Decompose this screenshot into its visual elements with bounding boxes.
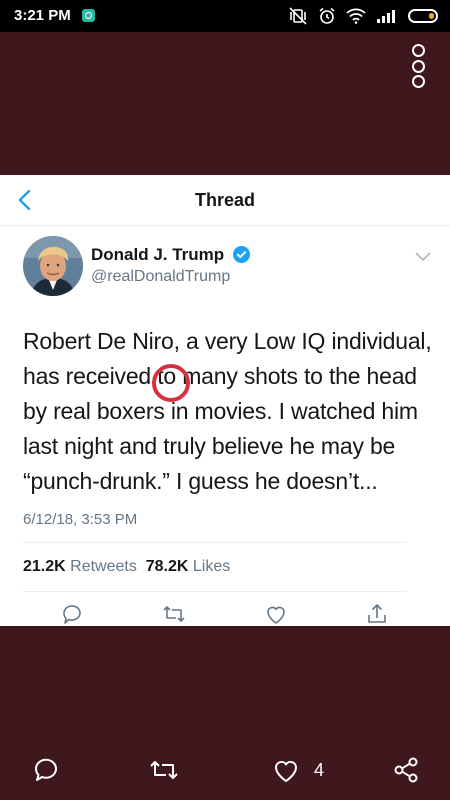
like-label[interactable]: Likes bbox=[193, 558, 230, 575]
like-count[interactable]: 78.2K bbox=[146, 558, 189, 575]
status-bar: 3:21 PM bbox=[0, 0, 450, 32]
divider bbox=[23, 542, 407, 543]
thread-header: Thread bbox=[0, 175, 450, 226]
page-title: Thread bbox=[194, 190, 255, 210]
alarm-icon bbox=[319, 7, 335, 24]
comment-icon[interactable] bbox=[32, 756, 60, 784]
menu-dot-icon bbox=[411, 59, 425, 73]
signal-icon bbox=[377, 10, 395, 23]
like-heart-icon[interactable] bbox=[264, 602, 288, 626]
repost-icon[interactable] bbox=[148, 756, 180, 784]
user-handle[interactable]: @realDonaldTrump bbox=[91, 268, 230, 286]
retweet-icon[interactable] bbox=[162, 602, 186, 626]
tweet-timestamp: 6/12/18, 3:53 PM bbox=[23, 511, 138, 528]
menu-dot-icon bbox=[411, 44, 425, 57]
status-icons bbox=[288, 6, 438, 26]
app-notification-icon bbox=[82, 9, 95, 22]
menu-dot-icon bbox=[411, 75, 425, 88]
more-options-button[interactable] bbox=[404, 44, 432, 88]
retweet-label[interactable]: Retweets bbox=[70, 558, 137, 575]
share-nodes-icon[interactable] bbox=[392, 756, 420, 784]
battery-level bbox=[429, 13, 434, 19]
reply-icon[interactable] bbox=[60, 602, 84, 626]
verified-badge-icon bbox=[233, 246, 250, 263]
tweet-text: Robert De Niro, a very Low IQ individual… bbox=[23, 324, 433, 499]
chevron-down-icon[interactable] bbox=[414, 249, 432, 263]
heart-icon bbox=[274, 760, 298, 783]
like-count-label: 4 bbox=[314, 759, 325, 780]
retweet-count[interactable]: 21.2K bbox=[23, 558, 66, 575]
battery-icon bbox=[408, 9, 438, 23]
user-display-name[interactable]: Donald J. Trump bbox=[91, 245, 224, 265]
share-icon[interactable] bbox=[365, 602, 389, 626]
divider bbox=[23, 591, 407, 592]
wifi-icon bbox=[346, 8, 366, 24]
avatar[interactable] bbox=[23, 236, 83, 296]
highlighted-word: to bbox=[157, 363, 176, 389]
tweet-card: Thread Donald J. Trump @realDonaldTrump … bbox=[0, 175, 450, 626]
like-button[interactable]: 4 bbox=[272, 756, 324, 784]
vibrate-off-icon bbox=[289, 7, 307, 25]
tweet-stats: 21.2K Retweets 78.2K Likes bbox=[23, 558, 230, 576]
status-time: 3:21 PM bbox=[14, 7, 71, 24]
